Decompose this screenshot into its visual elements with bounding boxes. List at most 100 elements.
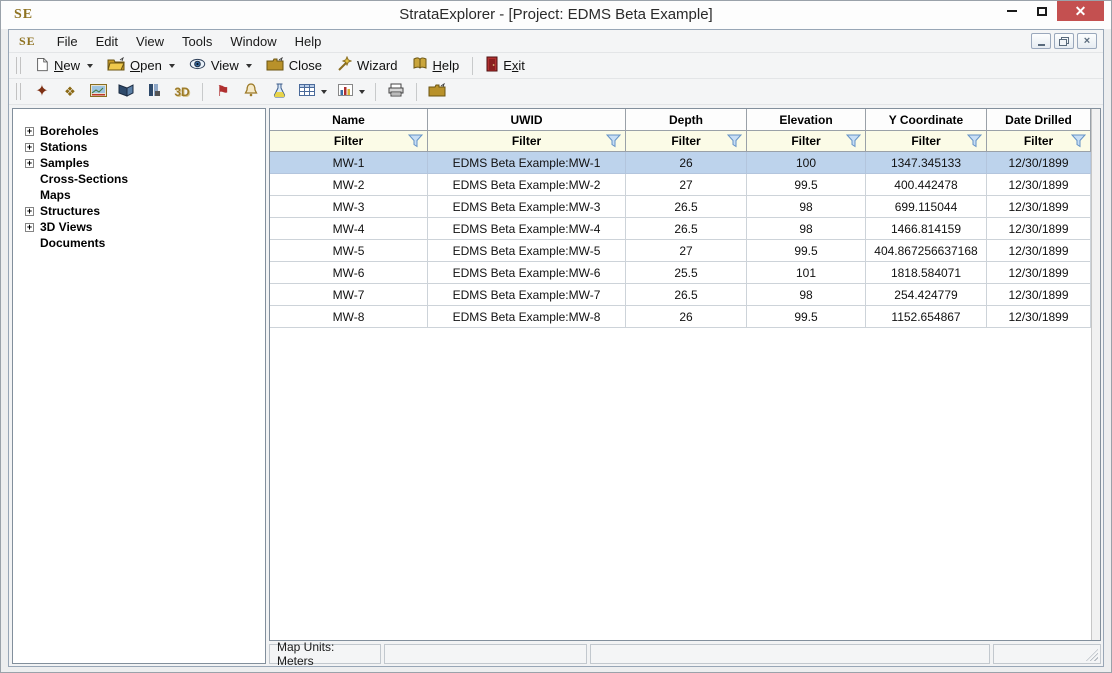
toolbar-grip[interactable] bbox=[16, 83, 21, 100]
table-cell[interactable]: MW-8 bbox=[270, 306, 428, 328]
table-cell[interactable]: EDMS Beta Example:MW-3 bbox=[428, 196, 626, 218]
menu-item-help[interactable]: Help bbox=[286, 31, 331, 52]
expand-plus-icon[interactable]: + bbox=[25, 127, 34, 136]
table-cell[interactable]: 26 bbox=[626, 306, 747, 328]
table-row-mw-3[interactable]: MW-3EDMS Beta Example:MW-326.598699.1150… bbox=[270, 196, 1091, 218]
filter-cell-elevation[interactable]: Filter bbox=[747, 131, 866, 152]
filter-funnel-icon[interactable] bbox=[967, 134, 982, 148]
lab-samples-button[interactable] bbox=[265, 81, 293, 103]
resize-grip[interactable] bbox=[1086, 649, 1098, 661]
menu-item-edit[interactable]: Edit bbox=[87, 31, 127, 52]
table-cell[interactable]: 12/30/1899 bbox=[987, 174, 1091, 196]
menu-item-file[interactable]: File bbox=[48, 31, 87, 52]
tree-item-documents[interactable]: Documents bbox=[13, 235, 265, 251]
maximize-button[interactable] bbox=[1027, 1, 1057, 21]
table-cell[interactable]: EDMS Beta Example:MW-8 bbox=[428, 306, 626, 328]
close-project-button[interactable]: Close bbox=[259, 55, 329, 76]
flag-button[interactable]: ⚑ bbox=[209, 81, 237, 103]
table-cell[interactable]: MW-1 bbox=[270, 152, 428, 174]
table-cell[interactable]: 26.5 bbox=[626, 284, 747, 306]
table-cell[interactable]: 25.5 bbox=[626, 262, 747, 284]
menu-item-tools[interactable]: Tools bbox=[173, 31, 221, 52]
table-row-mw-4[interactable]: MW-4EDMS Beta Example:MW-426.5981466.814… bbox=[270, 218, 1091, 240]
column-header-name[interactable]: Name bbox=[270, 109, 428, 131]
chart-button[interactable] bbox=[331, 81, 359, 103]
borehole-star-button[interactable]: ✦ bbox=[28, 81, 56, 103]
column-header-depth[interactable]: Depth bbox=[626, 109, 747, 131]
filter-funnel-icon[interactable] bbox=[846, 134, 861, 148]
new-button[interactable]: New bbox=[28, 55, 100, 77]
table-cell[interactable]: 12/30/1899 bbox=[987, 262, 1091, 284]
filter-cell-date-drilled[interactable]: Filter bbox=[987, 131, 1091, 152]
table-cell[interactable]: MW-7 bbox=[270, 284, 428, 306]
cross-section-button[interactable] bbox=[112, 81, 140, 103]
table-cell[interactable]: 98 bbox=[747, 218, 866, 240]
table-cell[interactable]: MW-5 bbox=[270, 240, 428, 262]
3d-view-button[interactable]: 3D bbox=[168, 81, 196, 103]
chevron-down-icon[interactable] bbox=[359, 90, 365, 94]
column-header-uwid[interactable]: UWID bbox=[428, 109, 626, 131]
mdi-minimize-button[interactable] bbox=[1031, 33, 1051, 49]
table-cell[interactable]: 26 bbox=[626, 152, 747, 174]
mdi-close-button[interactable]: × bbox=[1077, 33, 1097, 49]
table-cell[interactable]: EDMS Beta Example:MW-2 bbox=[428, 174, 626, 196]
tree-item-boreholes[interactable]: +Boreholes bbox=[13, 123, 265, 139]
table-row-mw-7[interactable]: MW-7EDMS Beta Example:MW-726.598254.4247… bbox=[270, 284, 1091, 306]
tree-item-stations[interactable]: +Stations bbox=[13, 139, 265, 155]
table-cell[interactable]: 1818.584071 bbox=[866, 262, 987, 284]
sample-points-button[interactable]: ❖ bbox=[56, 81, 84, 103]
borehole-log-button[interactable] bbox=[140, 81, 168, 103]
column-header-date-drilled[interactable]: Date Drilled bbox=[987, 109, 1091, 131]
table-cell[interactable]: 12/30/1899 bbox=[987, 218, 1091, 240]
table-cell[interactable]: 100 bbox=[747, 152, 866, 174]
tree-item-samples[interactable]: +Samples bbox=[13, 155, 265, 171]
table-cell[interactable]: EDMS Beta Example:MW-1 bbox=[428, 152, 626, 174]
table-cell[interactable]: 254.424779 bbox=[866, 284, 987, 306]
table-cell[interactable]: EDMS Beta Example:MW-6 bbox=[428, 262, 626, 284]
view-button[interactable]: View bbox=[182, 56, 259, 75]
table-cell[interactable]: EDMS Beta Example:MW-4 bbox=[428, 218, 626, 240]
table-cell[interactable]: 27 bbox=[626, 240, 747, 262]
expand-plus-icon[interactable]: + bbox=[25, 143, 34, 152]
filter-funnel-icon[interactable] bbox=[1071, 134, 1086, 148]
table-cell[interactable]: 98 bbox=[747, 284, 866, 306]
column-header-elevation[interactable]: Elevation bbox=[747, 109, 866, 131]
tree-item-cross-sections[interactable]: Cross-Sections bbox=[13, 171, 265, 187]
table-cell[interactable]: 99.5 bbox=[747, 174, 866, 196]
table-cell[interactable]: 26.5 bbox=[626, 218, 747, 240]
chevron-down-icon[interactable] bbox=[321, 90, 327, 94]
table-cell[interactable]: 98 bbox=[747, 196, 866, 218]
expand-plus-icon[interactable]: + bbox=[25, 207, 34, 216]
toolbar-grip[interactable] bbox=[16, 57, 21, 74]
table-cell[interactable]: 12/30/1899 bbox=[987, 284, 1091, 306]
table-row-mw-1[interactable]: MW-1EDMS Beta Example:MW-1261001347.3451… bbox=[270, 152, 1091, 174]
exit-button[interactable]: Exit bbox=[479, 54, 532, 77]
help-button[interactable]: Help bbox=[405, 55, 467, 76]
filter-cell-y-coordinate[interactable]: Filter bbox=[866, 131, 987, 152]
table-cell[interactable]: 26.5 bbox=[626, 196, 747, 218]
alarm-button[interactable] bbox=[237, 81, 265, 103]
expand-plus-icon[interactable]: + bbox=[25, 159, 34, 168]
data-table-button[interactable] bbox=[293, 81, 321, 103]
table-cell[interactable]: EDMS Beta Example:MW-5 bbox=[428, 240, 626, 262]
table-row-mw-2[interactable]: MW-2EDMS Beta Example:MW-22799.5400.4424… bbox=[270, 174, 1091, 196]
close-button[interactable]: ✕ bbox=[1057, 1, 1104, 21]
table-cell[interactable]: 400.442478 bbox=[866, 174, 987, 196]
chevron-down-icon[interactable] bbox=[169, 64, 175, 68]
table-cell[interactable]: 101 bbox=[747, 262, 866, 284]
tree-item-3d-views[interactable]: +3D Views bbox=[13, 219, 265, 235]
table-cell[interactable]: 12/30/1899 bbox=[987, 306, 1091, 328]
print-button[interactable] bbox=[382, 81, 410, 103]
tree-item-structures[interactable]: +Structures bbox=[13, 203, 265, 219]
table-row-mw-5[interactable]: MW-5EDMS Beta Example:MW-52799.5404.8672… bbox=[270, 240, 1091, 262]
table-cell[interactable]: MW-2 bbox=[270, 174, 428, 196]
wizard-button[interactable]: Wizard bbox=[329, 54, 404, 77]
table-cell[interactable]: 27 bbox=[626, 174, 747, 196]
menu-item-view[interactable]: View bbox=[127, 31, 173, 52]
filter-funnel-icon[interactable] bbox=[408, 134, 423, 148]
table-cell[interactable]: 99.5 bbox=[747, 306, 866, 328]
menu-item-window[interactable]: Window bbox=[221, 31, 285, 52]
table-cell[interactable]: 1152.654867 bbox=[866, 306, 987, 328]
table-row-mw-8[interactable]: MW-8EDMS Beta Example:MW-82699.51152.654… bbox=[270, 306, 1091, 328]
tree-item-maps[interactable]: Maps bbox=[13, 187, 265, 203]
